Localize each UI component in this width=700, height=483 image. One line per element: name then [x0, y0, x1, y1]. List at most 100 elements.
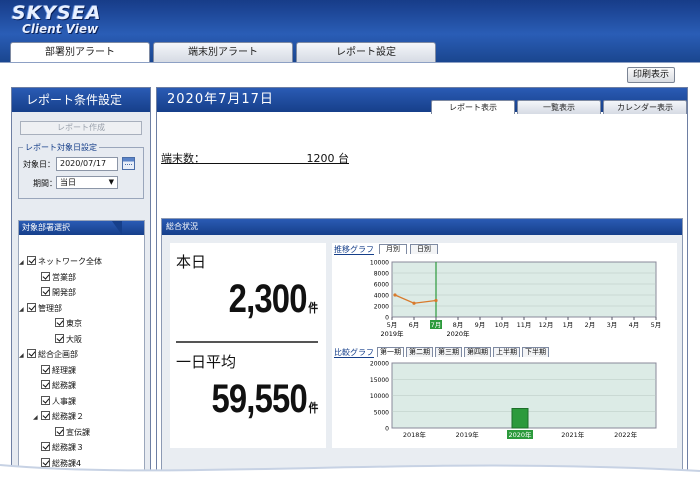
department-selection-panel: 対象部署選択 ◢ ネットワーク全体営業部開発部 ◢ 管理部東京大阪 ◢ 総合企画部経理課総…	[18, 220, 145, 483]
tree-item[interactable]: 総務課	[41, 379, 76, 392]
year-label: 2020年	[446, 329, 470, 338]
expand-arrow-icon[interactable]: ◢	[19, 349, 27, 362]
expand-arrow-icon[interactable]: ◢	[19, 256, 27, 269]
tab-calendar-view[interactable]: カレンダー表示	[603, 100, 687, 114]
checkbox-checked-icon[interactable]	[27, 302, 36, 312]
tab-report-settings[interactable]: レポート設定	[296, 42, 436, 62]
daily-average-label: 一日平均	[176, 353, 237, 371]
app-header: SKYSEA Client View 部署別アラート 端末別アラート レポート設…	[0, 0, 700, 63]
target-date-group-title: レポート対象日設定	[23, 142, 99, 153]
bar	[511, 408, 529, 429]
y-tick-label: 4000	[374, 293, 389, 300]
tab-compare-q3[interactable]: 第三期	[435, 347, 462, 357]
x-tick-label: 11月	[517, 321, 532, 329]
tree-item[interactable]: 大阪	[55, 333, 82, 346]
period-select-value: 当日	[60, 178, 76, 187]
expand-arrow-icon[interactable]: ◢	[33, 411, 41, 424]
report-conditions-panel: レポート条件設定 レポート作成 レポート対象日設定 対象日： 2020/07/1…	[11, 87, 151, 483]
tab-trend-monthly[interactable]: 月別	[379, 244, 407, 254]
y-tick-label: 10000	[370, 260, 389, 267]
tree-item-label: 総務課	[52, 381, 76, 390]
terminal-count: 端末数： 1200 台	[161, 150, 350, 165]
checkbox-checked-icon[interactable]	[41, 395, 50, 405]
panel-title: レポート条件設定	[12, 88, 150, 112]
tree-item[interactable]: 経理課	[41, 364, 76, 377]
stats-divider	[176, 341, 318, 343]
department-selection-header: 対象部署選択	[19, 221, 144, 235]
logo-text-sub: Client View	[22, 22, 99, 36]
tab-report-view[interactable]: レポート表示	[431, 100, 515, 114]
tab-compare-q4[interactable]: 第四期	[464, 347, 491, 357]
chevron-down-icon: ▼	[108, 178, 114, 186]
stats-box: 本日 2,300 件 一日平均 59,550 件	[170, 243, 326, 448]
tree-item[interactable]: 宣伝課	[55, 426, 90, 439]
y-tick-label: 0	[385, 426, 389, 433]
tab-compare-q1[interactable]: 第一期	[377, 347, 404, 357]
terminal-count-value: 1200 台	[306, 152, 350, 165]
checkbox-checked-icon[interactable]	[55, 318, 64, 327]
checkbox-checked-icon[interactable]	[41, 380, 50, 389]
tree-item-label: 営業部	[52, 272, 76, 282]
checkbox-checked-icon[interactable]	[27, 349, 36, 358]
tree-item-label: 総務課３	[52, 443, 84, 452]
checkbox-checked-icon[interactable]	[55, 426, 64, 436]
period-select[interactable]: 当日 ▼	[56, 176, 118, 189]
daily-average-count: 59,550	[211, 377, 307, 421]
tab-terminal-alert[interactable]: 端末別アラート	[153, 42, 293, 62]
checkbox-checked-icon[interactable]	[27, 256, 36, 265]
year-label: 2019年	[380, 329, 404, 338]
tree-item[interactable]: 総務課３	[41, 441, 84, 454]
checkbox-checked-icon[interactable]	[55, 333, 64, 343]
tab-compare-q2[interactable]: 第二期	[406, 347, 433, 357]
tree-item-label: 大阪	[66, 334, 82, 344]
checkbox-checked-icon[interactable]	[41, 287, 50, 296]
calendar-icon[interactable]	[122, 157, 135, 170]
y-tick-label: 6000	[374, 282, 389, 289]
expand-arrow-icon[interactable]: ◢	[19, 303, 27, 316]
checkbox-checked-icon[interactable]	[41, 271, 50, 281]
target-date-group: レポート対象日設定 対象日： 2020/07/17 期間： 当日 ▼	[18, 142, 144, 199]
create-report-button[interactable]: レポート作成	[20, 121, 142, 135]
tree-item[interactable]: 人事課	[41, 395, 76, 408]
period-label: 期間：	[33, 179, 57, 188]
tab-department-alert[interactable]: 部署別アラート	[10, 42, 150, 63]
tree-item[interactable]: ◢ 管理部	[19, 302, 62, 315]
category-label: 2022年	[614, 430, 638, 439]
checkbox-checked-icon[interactable]	[41, 442, 50, 451]
checkbox-checked-icon[interactable]	[41, 411, 50, 420]
x-tick-label: 2月	[585, 321, 596, 329]
daily-average-unit: 件	[308, 401, 318, 415]
tree-item[interactable]: 東京	[55, 317, 82, 330]
tree-item-label: 開発部	[52, 288, 76, 297]
tree-item[interactable]: ◢ 総務課２	[33, 410, 84, 423]
x-tick-label: 9月	[475, 321, 486, 329]
x-tick-label: 5月	[651, 321, 662, 329]
x-tick-label: 8月	[453, 321, 464, 329]
tree-item-label: 総務課２	[52, 412, 84, 421]
checkbox-checked-icon[interactable]	[41, 364, 50, 374]
tab-trend-daily[interactable]: 日別	[410, 244, 438, 254]
category-label: 2018年	[403, 430, 427, 439]
tab-compare-first-half[interactable]: 上半期	[493, 347, 520, 357]
tree-item[interactable]: ◢ ネットワーク全体	[19, 255, 102, 268]
data-point	[412, 301, 416, 305]
tab-compare-second-half[interactable]: 下半期	[522, 347, 549, 357]
x-tick-label: 7月	[431, 321, 442, 329]
tree-item-label: ネットワーク全体	[38, 257, 102, 266]
tree-item[interactable]: 営業部	[41, 271, 76, 284]
daily-average-value: 59,550 件	[211, 377, 318, 422]
trend-chart: 10000800060004000200005月 6月 7月 8月 9月 10月 11月 12…	[370, 260, 662, 339]
target-date-input[interactable]: 2020/07/17	[56, 157, 118, 171]
terminal-count-label: 端末数：	[161, 152, 205, 165]
tab-list-view[interactable]: 一覧表示	[517, 100, 601, 114]
print-view-button[interactable]: 印刷表示	[627, 67, 675, 83]
y-tick-label: 8000	[374, 271, 389, 278]
view-tab-bar: レポート表示 一覧表示 カレンダー表示	[429, 100, 687, 114]
tree-item[interactable]: 開発部	[41, 286, 76, 299]
top-tab-bar: 部署別アラート 端末別アラート レポート設定	[10, 42, 439, 63]
category-label: 2019年	[456, 430, 480, 439]
y-tick-label: 10000	[370, 393, 389, 400]
tree-item[interactable]: ◢ 総合企画部	[19, 348, 78, 361]
x-tick-label: 1月	[563, 321, 574, 329]
target-date-label: 対象日：	[23, 160, 55, 169]
